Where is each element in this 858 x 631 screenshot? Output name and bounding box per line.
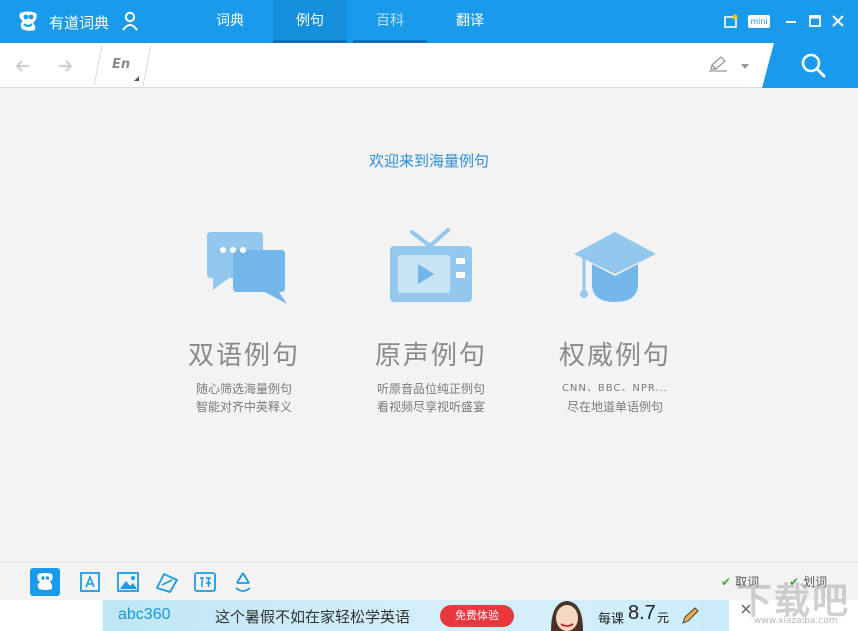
ad-price: 8.7 [628,602,656,624]
maximize-icon[interactable] [807,13,823,29]
minimize-icon[interactable] [783,13,799,29]
tab-label: 例句 [296,13,324,29]
chat-bubbles-icon [207,232,287,304]
feature-title: 双语例句 [187,341,300,371]
feature-title: 权威例句 [558,341,671,371]
tv-icon [390,228,472,302]
feature-original-audio[interactable]: 原声例句 听原音品位纯正例句 看视频尽享视听盛宴 [356,228,506,416]
tab-example-sentences[interactable]: 例句 [273,0,347,43]
feature-desc: 随心筛选海量例句 [195,382,292,396]
watermark-url: www.xiazaiba.com [754,616,838,626]
feature-authoritative[interactable]: 权威例句 CNN、BBC、NPR... 尽在地道单语例句 [540,228,690,416]
tab-encyclopedia[interactable]: 百科 [353,0,427,43]
watermark: 下载吧 www.xiazaiba.com [732,568,854,630]
wordbook-icon[interactable] [152,568,182,596]
ad-text: 这个暑假不如在家轻松学英语 [215,608,411,626]
back-arrow-icon[interactable] [13,56,33,76]
feature-bilingual[interactable]: 双语例句 随心筛选海量例句 智能对齐中英释义 [169,228,319,416]
dictionary-icon [37,573,53,590]
ad-banner[interactable]: abc360 这个暑假不如在家轻松学英语 免费体验 每课 8.7 元 [103,600,729,631]
feature-title: 原声例句 [374,341,487,371]
search-bar: En [0,43,858,88]
mini-mode-button[interactable]: mini [748,15,770,28]
mini-mode-label: mini [750,17,768,26]
title-bar: 有道词典 词典 例句 百科 翻译 mini [0,0,858,43]
forward-arrow-icon[interactable] [55,56,75,76]
feature-desc: 听原音品位纯正例句 [376,382,485,396]
close-icon[interactable] [830,13,846,29]
ad-person-photo [551,601,583,631]
search-button[interactable] [762,43,858,88]
ad-brand: abc360 [118,606,171,623]
welcome-heading: 欢迎来到海量例句 [368,152,489,170]
image-translate-icon[interactable] [113,568,143,596]
translate-icon[interactable] [190,568,220,596]
recycle-icon[interactable] [228,568,258,596]
ad-price-label: 每课 [598,612,625,627]
graduation-cap-icon [574,232,656,302]
word-card-icon[interactable] [75,568,105,596]
tab-dictionary[interactable]: 词典 [193,0,267,43]
handwriting-icon[interactable] [707,55,729,75]
feature-desc: 智能对齐中英释义 [195,400,292,414]
youdao-logo-icon[interactable] [16,9,40,33]
feature-desc: CNN、BBC、NPR... [561,383,669,394]
ad-price-unit: 元 [657,611,670,625]
language-label: En [112,57,131,72]
tab-label: 百科 [376,13,404,29]
chevron-down-icon[interactable] [740,63,750,71]
dictionary-tool-button[interactable] [30,568,60,596]
tab-label: 词典 [216,13,244,29]
skin-icon[interactable] [723,13,739,29]
free-trial-button[interactable]: 免费体验 [440,605,514,627]
search-input[interactable] [160,51,690,80]
bottom-toolbar: ✔ 取词 ✔ 划词 [0,562,858,600]
user-icon[interactable] [121,11,139,31]
checkmark-icon: ✔ [721,575,732,589]
feature-desc: 尽在地道单语例句 [566,400,663,414]
pencil-decoration-icon [682,607,699,624]
tab-label: 翻译 [456,13,484,29]
tab-translate[interactable]: 翻译 [433,0,507,43]
app-title: 有道词典 [49,14,110,32]
feature-desc: 看视频尽享视听盛宴 [376,400,485,414]
